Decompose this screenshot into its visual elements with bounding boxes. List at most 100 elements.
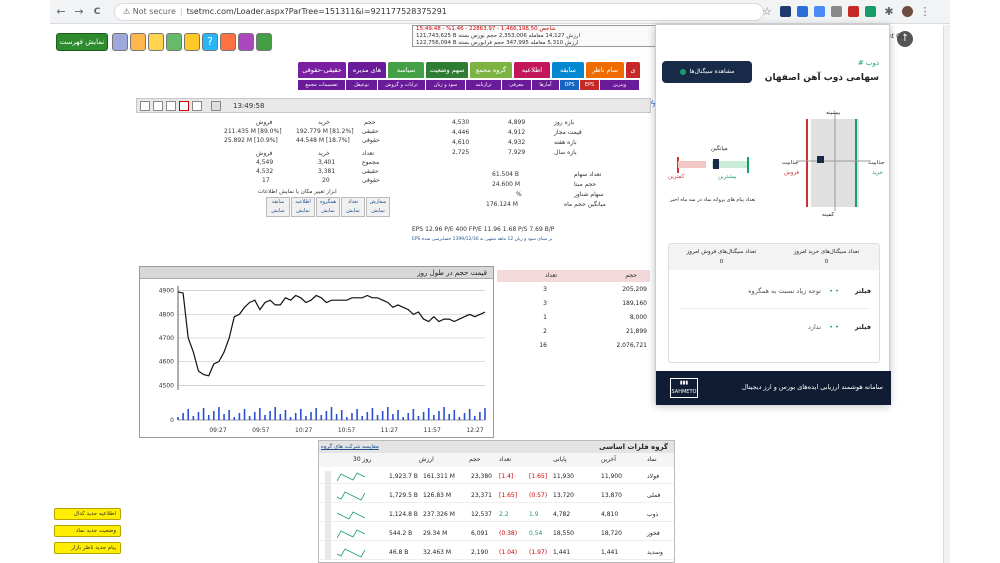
y-tick-label: 4500 [159, 382, 174, 389]
company-name: سهامی ذوب آهن اصفهان [764, 73, 879, 83]
cell-sym: فملی [647, 492, 661, 499]
extension-icon-1[interactable] [780, 6, 791, 17]
market-ticker: 15:49:48 - %1.46 - 22863.97 - 1,466,198.… [412, 25, 667, 47]
search-icon[interactable] [166, 33, 182, 51]
chart-icon[interactable] [179, 101, 189, 111]
extension-icon-6[interactable] [865, 6, 876, 17]
tab-stats[interactable]: آمارها [532, 80, 560, 90]
tab-history[interactable]: سابقه [552, 62, 584, 78]
table-row[interactable]: فملی 13,870 13,720 (0.57) [1.65] 23,371 126.83… [319, 488, 674, 503]
intraday-chart[interactable]: 4500 4600 4700 4800 4900 0 09:27 09:57 10:27 10:5… [140, 280, 493, 438]
trade-volume: 189,160 [622, 300, 647, 307]
add-icon[interactable] [140, 101, 150, 111]
table-row: 2 21,899 [497, 326, 650, 338]
puzzle-icon[interactable]: ✱ [882, 5, 896, 19]
table-row[interactable]: فخوز 18,720 18,550 0.54 (0.38) 6,091 29.34 M 54… [319, 526, 674, 541]
back-button[interactable]: ← [54, 5, 68, 19]
tab-policy[interactable]: سیاسه [388, 62, 424, 78]
show-orders-button[interactable]: سفارش نمایش [366, 197, 390, 217]
tab-type[interactable]: نوعیقل [346, 80, 378, 90]
new-symbol-status-button[interactable]: وضعیت جدید نماد [54, 525, 121, 537]
volume-bar [402, 417, 404, 420]
tab-real-legal[interactable]: حقیقی-حقوقی [298, 62, 346, 78]
show-history-button[interactable]: سابقه نمایش [266, 197, 290, 217]
table-row[interactable]: فولاد 11,900 11,930 [1.65] [1.4] 23,380 161.31… [319, 469, 674, 484]
signal-diagram-graphic [677, 113, 871, 211]
sell-header: فروش [256, 119, 273, 126]
volume-bar [192, 416, 195, 420]
table-row[interactable]: ذوب 4,810 4,782 1.9 2.2 12,537 237.326 M 1,124.… [319, 507, 674, 522]
volume-bar [182, 413, 184, 420]
extension-icon-5[interactable] [848, 6, 859, 17]
not-secure-label: Not secure [132, 7, 176, 16]
tab-profit-loss[interactable]: سود و زیان [426, 80, 466, 90]
trade-count: 3 [543, 286, 547, 293]
avatar[interactable] [902, 6, 913, 17]
extra-row-value: 61.504 B [492, 171, 520, 178]
stocks-scrollbar[interactable] [325, 471, 331, 559]
tab-supervisor[interactable]: سام ناظر [586, 62, 624, 78]
tab-intro[interactable]: معرفی [502, 80, 532, 90]
volume-bar [407, 413, 410, 420]
table-icon[interactable] [192, 101, 202, 111]
layout-icon[interactable] [153, 101, 163, 111]
forward-button[interactable]: → [72, 5, 86, 19]
tab-balance-sheet[interactable]: ترازنامه [466, 80, 502, 90]
volume-bar [289, 417, 292, 420]
menu-dots-icon[interactable]: ⋮ [918, 5, 932, 19]
star-icon[interactable]: ☆ [760, 5, 774, 19]
tab-status[interactable]: سهم وضعیت [426, 62, 468, 78]
edit-icon[interactable] [220, 33, 236, 51]
volume-bar [356, 409, 358, 420]
volume-bar [315, 408, 317, 420]
price-row-label: بازه سال [554, 149, 577, 156]
address-bar[interactable]: ⚠ Not secure | tsetmc.com/Loader.aspx?ParT… [114, 3, 764, 21]
show-group-button[interactable]: همگروه نمایش [316, 197, 340, 217]
show-count-button[interactable]: تعداد نمایش [341, 197, 365, 217]
tab-assembly[interactable]: گروه مجمع [470, 62, 512, 78]
reload-button[interactable]: C [90, 5, 104, 19]
calendar-icon[interactable] [238, 33, 254, 51]
extension-icon-2[interactable] [797, 6, 808, 17]
document-icon[interactable] [148, 33, 164, 51]
watchlist-button[interactable]: نمایش فهرست [56, 33, 108, 51]
trade-count: 16 [539, 342, 547, 349]
view-signals-button[interactable]: مشاهده سیگنال‌ها [662, 61, 752, 83]
tab-board[interactable]: های مدیره [348, 62, 386, 78]
tab-notices[interactable]: اطلاعیه [514, 62, 550, 78]
settings-icon[interactable] [112, 33, 128, 51]
popup-footer[interactable]: ▮▮▮ SAHMETO سامانه هوشمند ارزیابی ایده‌ها… [656, 371, 891, 405]
filter-name: فیلتر [854, 323, 871, 331]
new-supervisor-message-button[interactable]: پیام جدید ناظر بازار [54, 542, 121, 554]
extension-icon-3[interactable] [814, 6, 825, 17]
tab-assembly-decisions[interactable]: تصمیمات مجمع [298, 80, 346, 90]
filter-row[interactable]: فیلتر • • ندارد [669, 316, 879, 338]
tab-balance-flow[interactable]: ترابات و گروش [378, 80, 426, 90]
filter-row[interactable]: فیلتر • • توجه زیاد نسبت به همگروه [669, 280, 879, 302]
extra-row-value: % [516, 191, 522, 198]
sparkline [337, 491, 365, 501]
new-codal-notice-button[interactable]: اطلاعیه جدید کدال [54, 508, 121, 520]
monitor-icon[interactable] [211, 101, 221, 111]
volume-bar [264, 415, 266, 420]
chat-icon[interactable] [184, 33, 200, 51]
tab-extra[interactable]: ی [626, 62, 640, 78]
show-notices-button[interactable]: اطلاعیه نمایش [291, 197, 315, 217]
grid-icon[interactable] [256, 33, 272, 51]
page-scrollbar[interactable] [943, 25, 950, 563]
tab-eps[interactable]: EPS [580, 80, 600, 90]
cell-close: 4,782 [553, 511, 571, 518]
tab-showcase[interactable]: ویترین [600, 80, 640, 90]
info-icon: ⚠ [123, 7, 131, 16]
window-icon[interactable] [166, 101, 176, 111]
table-row[interactable]: وسدید 1,441 1,441 (1.97) (1.04) 2,190 32.463 M… [319, 545, 674, 560]
help-icon[interactable]: ? [202, 33, 218, 51]
volume-bar [397, 410, 399, 420]
cell-last: 1,441 [601, 549, 619, 556]
compare-group-link[interactable]: مقایسه شرکت های گروه [321, 441, 379, 453]
filter-desc: توجه زیاد نسبت به همگروه [748, 287, 821, 295]
home-icon[interactable] [130, 33, 146, 51]
extension-icon-4[interactable] [831, 6, 842, 17]
tabs-row-2: تصمیمات مجمع نوعیقل ترابات و گروش سود و … [298, 80, 668, 90]
tab-dps[interactable]: DPS [560, 80, 580, 90]
